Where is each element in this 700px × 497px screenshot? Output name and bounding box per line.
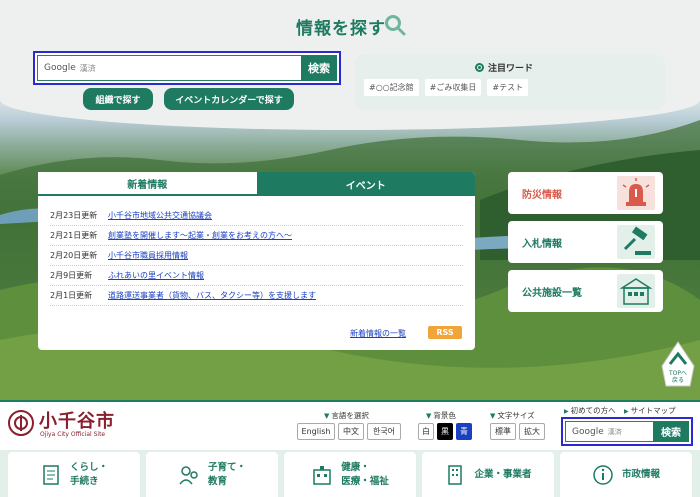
sitemap-link[interactable]: サイトマップ: [624, 405, 676, 416]
alarm-siren-icon: [617, 176, 655, 210]
back-to-top-label-2: 戻る: [672, 376, 684, 384]
back-to-top-button[interactable]: TOPへ 戻る: [660, 340, 696, 388]
bg-color-label: 背景色: [426, 410, 456, 421]
lang-chinese-button[interactable]: 中文: [338, 423, 364, 440]
search-placeholder: 漢済: [607, 427, 622, 436]
search-section-title: 情報を探す: [296, 19, 386, 39]
text-size-label: 文字サイズ: [490, 410, 534, 421]
nav-business[interactable]: 企業・事業者: [422, 452, 554, 497]
keyword-tag[interactable]: #テスト: [487, 79, 529, 96]
back-to-top-label: TOPへ: [668, 370, 687, 377]
rss-button[interactable]: RSS: [428, 326, 462, 339]
news-item: 2月23日更新 小千谷市地域公共交通協議会: [50, 206, 463, 226]
news-link[interactable]: 道路運送事業者（貨物、バス、タクシー等）を支援します: [108, 290, 316, 301]
bidding-info-card[interactable]: 入札情報: [508, 221, 663, 263]
nav-life-procedures[interactable]: くらし・ 手続き: [8, 452, 140, 497]
nav-city-admin[interactable]: 市政情報: [560, 452, 692, 497]
nav-childcare-education[interactable]: 子育て・ 教育: [146, 452, 278, 497]
office-building-icon: [448, 464, 463, 485]
site-search-input[interactable]: Google 漢済: [37, 55, 301, 81]
news-link[interactable]: 小千谷市職員採用情報: [108, 250, 188, 261]
public-facilities-card[interactable]: 公共施設一覧: [508, 270, 663, 312]
search-placeholder: 漢済: [79, 63, 96, 73]
trending-keywords-heading: 注目ワード: [475, 61, 533, 74]
news-date: 2月20日更新: [50, 251, 98, 260]
header-search-input[interactable]: Google 漢済: [565, 421, 653, 442]
header-search-button[interactable]: 検索: [653, 421, 689, 442]
site-search-button[interactable]: 検索: [301, 55, 337, 81]
city-emblem-icon: [8, 410, 34, 436]
news-date: 2月1日更新: [50, 291, 93, 300]
news-item: 2月20日更新 小千谷市職員採用情報: [50, 246, 463, 266]
news-item: 2月21日更新 創業塾を開催します〜起業・創業をお考えの方へ〜: [50, 226, 463, 246]
bg-blue-button[interactable]: 青: [456, 423, 472, 440]
news-date: 2月21日更新: [50, 231, 98, 240]
header-search-box: Google 漢済 検索: [561, 417, 693, 446]
language-label: 言語を選択: [324, 410, 369, 421]
news-date: 2月9日更新: [50, 271, 93, 280]
news-item: 2月9日更新 ふれあいの里イベント情報: [50, 266, 463, 286]
news-link[interactable]: ふれあいの里イベント情報: [108, 270, 204, 281]
news-list-link[interactable]: 新着情報の一覧: [350, 328, 406, 339]
google-label: Google: [44, 63, 76, 73]
keyword-tag[interactable]: #ごみ収集日: [424, 79, 482, 96]
google-label: Google: [572, 426, 604, 437]
tab-news[interactable]: 新着情報: [38, 172, 257, 196]
search-by-org-button[interactable]: 組織で探す: [83, 88, 153, 110]
parent-child-icon: [179, 465, 198, 484]
radio-dot-icon: [475, 63, 484, 72]
bg-white-button[interactable]: 白: [418, 423, 434, 440]
news-link[interactable]: 小千谷市地域公共交通協議会: [108, 210, 212, 221]
event-calendar-button[interactable]: イベントカレンダーで探す: [164, 88, 294, 110]
news-panel: 新着情報 イベント 2月23日更新 小千谷市地域公共交通協議会 2月21日更新 …: [38, 172, 475, 350]
first-visit-link[interactable]: 初めての方へ: [564, 405, 616, 416]
text-size-large-button[interactable]: 拡大: [519, 423, 545, 440]
site-search-box: Google 漢済 検索: [33, 51, 341, 85]
news-list: 2月23日更新 小千谷市地域公共交通協議会 2月21日更新 創業塾を開催します〜…: [38, 196, 475, 306]
keyword-tag[interactable]: #○○記念館: [364, 79, 419, 96]
building-icon: [617, 274, 655, 308]
trending-keywords-panel: 注目ワード #○○記念館 #ごみ収集日 #テスト: [355, 54, 665, 110]
news-date: 2月23日更新: [50, 211, 98, 220]
disaster-info-card[interactable]: 防災情報: [508, 172, 663, 214]
bg-black-button[interactable]: 黒: [437, 423, 453, 440]
tab-events[interactable]: イベント: [256, 172, 475, 196]
lang-english-button[interactable]: English: [297, 423, 335, 440]
hospital-icon: [313, 465, 331, 485]
news-link[interactable]: 創業塾を開催します〜起業・創業をお考えの方へ〜: [108, 230, 292, 241]
news-item: 2月1日更新 道路運送事業者（貨物、バス、タクシー等）を支援します: [50, 286, 463, 306]
lang-korean-button[interactable]: 한국어: [367, 423, 401, 440]
magnifier-icon: [385, 15, 406, 36]
global-nav: くらし・ 手続き 子育て・ 教育 健康・ 医療・福祉 企業・事業者 市政情報: [0, 450, 700, 497]
site-logo[interactable]: 小千谷市: [39, 407, 115, 433]
document-icon: [43, 464, 59, 485]
gavel-icon: [617, 225, 655, 259]
text-size-standard-button[interactable]: 標準: [490, 423, 516, 440]
info-icon: [593, 464, 613, 485]
nav-health-welfare[interactable]: 健康・ 医療・福祉: [284, 452, 416, 497]
site-logo-subtitle: Ojiya City Official Site: [40, 431, 106, 438]
